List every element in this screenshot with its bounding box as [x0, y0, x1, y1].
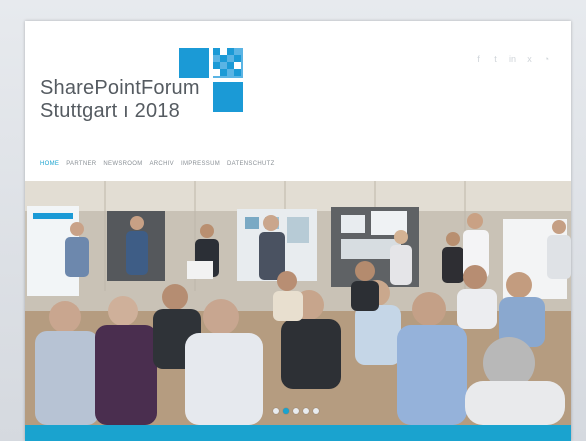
slider-dot-active[interactable]: [283, 408, 289, 414]
social-icons: f t in x ◔: [474, 55, 551, 64]
slider-dot[interactable]: [303, 408, 309, 414]
logo-line-1: SharePointForum: [40, 77, 200, 99]
nav-item-datenschutz[interactable]: Datenschutz: [227, 161, 275, 167]
nav-item-newsroom[interactable]: Newsroom: [103, 161, 142, 167]
logo-line-2: Stuttgart ı 2018: [40, 100, 180, 122]
hero-slider[interactable]: [25, 181, 571, 425]
linkedin-icon[interactable]: in: [508, 55, 517, 64]
logo-mark-icon[interactable]: [179, 48, 243, 112]
slider-dot[interactable]: [293, 408, 299, 414]
window-background: SharePointForum Stuttgart ı 2018 f t in …: [0, 0, 586, 441]
twitter-icon[interactable]: t: [491, 55, 500, 64]
nav-item-impressum[interactable]: Impressum: [181, 161, 220, 167]
main-navigation: Home Partner Newsroom Archiv Impressum D…: [40, 161, 275, 167]
facebook-icon[interactable]: f: [474, 55, 483, 64]
nav-item-archiv[interactable]: Archiv: [150, 161, 174, 167]
nav-item-partner[interactable]: Partner: [66, 161, 96, 167]
slider-pagination: [273, 408, 319, 414]
rss-icon[interactable]: ◔: [542, 55, 551, 64]
web-page: SharePointForum Stuttgart ı 2018 f t in …: [25, 21, 571, 441]
slider-dot[interactable]: [313, 408, 319, 414]
slider-dot[interactable]: [273, 408, 279, 414]
xing-icon[interactable]: x: [525, 55, 534, 64]
content-accent-bar: [25, 425, 571, 441]
site-logo-text[interactable]: SharePointForum Stuttgart ı 2018: [40, 77, 200, 123]
hero-image: [25, 181, 571, 425]
nav-item-home[interactable]: Home: [40, 161, 59, 167]
